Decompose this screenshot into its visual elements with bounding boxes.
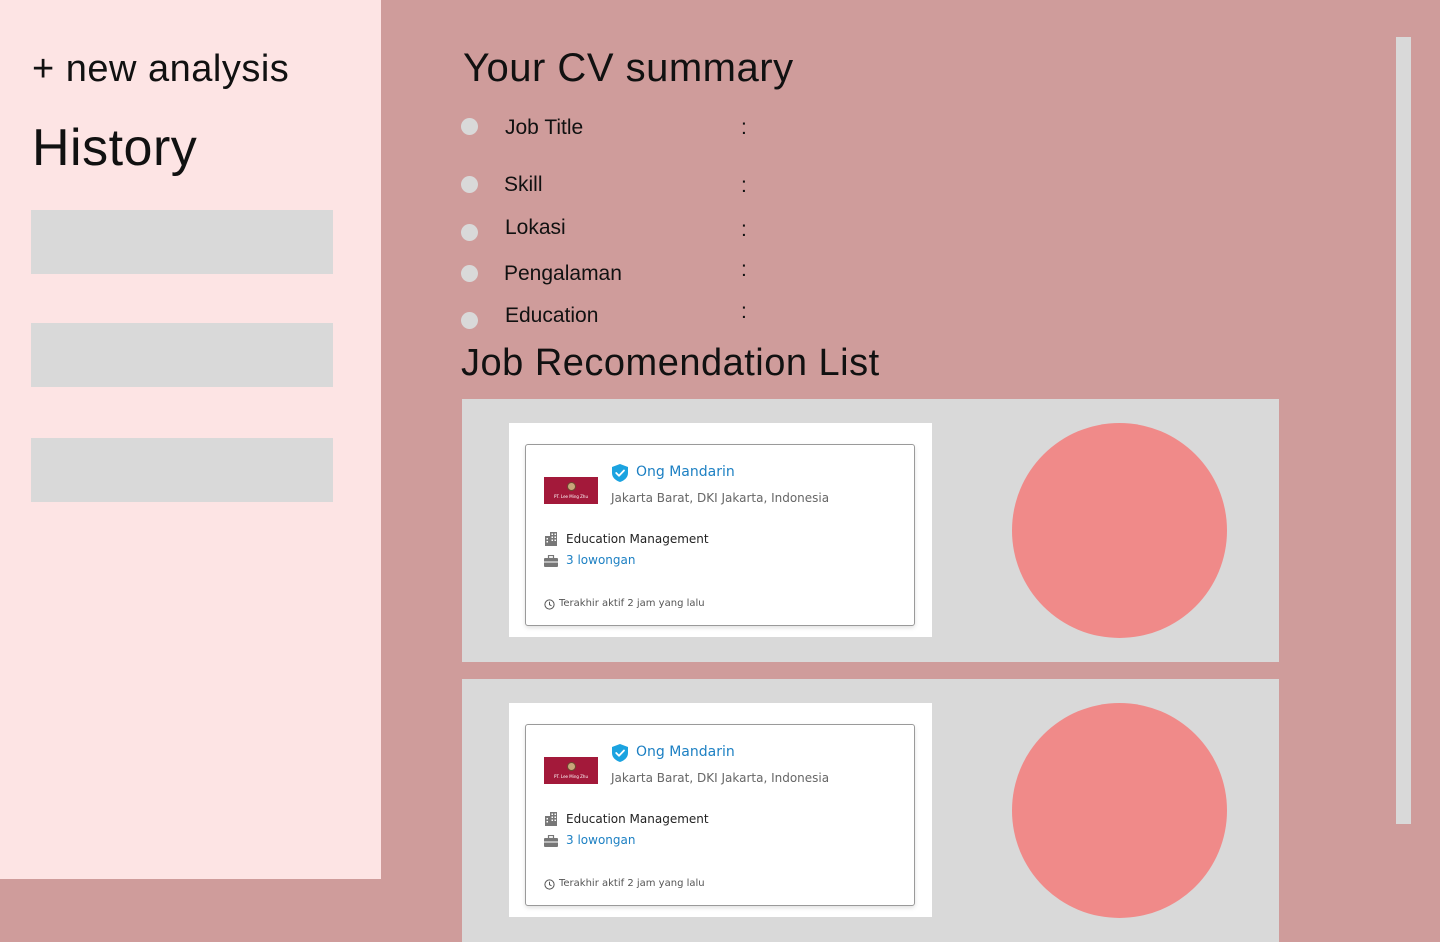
cv-field-separator: : bbox=[741, 174, 747, 197]
logo-text: PT. Lee Ming Zhu bbox=[554, 494, 588, 499]
history-item[interactable] bbox=[31, 210, 333, 274]
match-score-circle bbox=[1012, 423, 1227, 638]
cv-field-label: Job Title bbox=[505, 116, 584, 139]
clock-icon bbox=[544, 599, 555, 610]
history-title: History bbox=[32, 119, 198, 177]
main-content: Your CV summary Job Title : Skill : Loka… bbox=[381, 0, 1440, 942]
company-logo: PT. Lee Ming Zhu bbox=[544, 757, 598, 784]
sidebar: + new analysis History bbox=[0, 0, 381, 879]
company-logo: PT. Lee Ming Zhu bbox=[544, 477, 598, 504]
job-card-container: PT. Lee Ming Zhu Ong Mandarin Jakarta Ba… bbox=[509, 703, 932, 917]
new-analysis-button[interactable]: + new analysis bbox=[32, 48, 289, 91]
briefcase-icon bbox=[544, 555, 558, 567]
job-recommendation-item: PT. Lee Ming Zhu Ong Mandarin Jakarta Ba… bbox=[462, 399, 1279, 662]
logo-emblem-icon bbox=[567, 762, 576, 771]
cv-field-separator: : bbox=[741, 258, 747, 281]
cv-field-label: Lokasi bbox=[505, 216, 566, 239]
company-name-link[interactable]: Ong Mandarin bbox=[636, 464, 735, 480]
bullet-icon bbox=[461, 118, 478, 135]
cv-field-separator: : bbox=[741, 218, 747, 241]
company-location: Jakarta Barat, DKI Jakarta, Indonesia bbox=[611, 491, 830, 505]
cv-field-separator: : bbox=[741, 300, 747, 323]
cv-field-label: Pengalaman bbox=[504, 262, 622, 285]
cv-field-label: Skill bbox=[504, 173, 543, 196]
company-industry: Education Management bbox=[566, 812, 709, 826]
company-location: Jakarta Barat, DKI Jakarta, Indonesia bbox=[611, 771, 830, 785]
company-name-link[interactable]: Ong Mandarin bbox=[636, 744, 735, 760]
cv-field-skill: Skill : bbox=[461, 171, 861, 201]
cv-field-pengalaman: Pengalaman : bbox=[461, 258, 861, 291]
history-item[interactable] bbox=[31, 438, 333, 502]
job-recommendation-title: Job Recomendation List bbox=[461, 342, 880, 384]
bullet-icon bbox=[461, 176, 478, 193]
bullet-icon bbox=[461, 265, 478, 282]
history-item[interactable] bbox=[31, 323, 333, 387]
clock-icon bbox=[544, 879, 555, 890]
match-score-circle bbox=[1012, 703, 1227, 918]
company-card[interactable]: PT. Lee Ming Zhu Ong Mandarin Jakarta Ba… bbox=[525, 444, 915, 626]
cv-field-separator: : bbox=[741, 116, 747, 139]
vacancy-count-link[interactable]: 3 lowongan bbox=[566, 553, 635, 567]
last-active-text: Terakhir aktif 2 jam yang lalu bbox=[559, 598, 705, 609]
company-industry: Education Management bbox=[566, 532, 709, 546]
cv-field-label: Education bbox=[505, 304, 599, 327]
bullet-icon bbox=[461, 224, 478, 241]
vacancy-count-link[interactable]: 3 lowongan bbox=[566, 833, 635, 847]
briefcase-icon bbox=[544, 835, 558, 847]
building-icon bbox=[545, 812, 557, 826]
cv-field-job-title: Job Title : bbox=[461, 114, 861, 144]
verified-shield-icon bbox=[612, 744, 628, 762]
job-card-container: PT. Lee Ming Zhu Ong Mandarin Jakarta Ba… bbox=[509, 423, 932, 637]
logo-text: PT. Lee Ming Zhu bbox=[554, 774, 588, 779]
cv-summary-title: Your CV summary bbox=[463, 46, 794, 90]
cv-field-education: Education : bbox=[461, 300, 861, 333]
logo-emblem-icon bbox=[567, 482, 576, 491]
verified-shield-icon bbox=[612, 464, 628, 482]
bullet-icon bbox=[461, 312, 478, 329]
building-icon bbox=[545, 532, 557, 546]
last-active-text: Terakhir aktif 2 jam yang lalu bbox=[559, 878, 705, 889]
scrollbar[interactable] bbox=[1396, 37, 1411, 824]
cv-field-lokasi: Lokasi : bbox=[461, 215, 861, 245]
job-recommendation-item: PT. Lee Ming Zhu Ong Mandarin Jakarta Ba… bbox=[462, 679, 1279, 942]
